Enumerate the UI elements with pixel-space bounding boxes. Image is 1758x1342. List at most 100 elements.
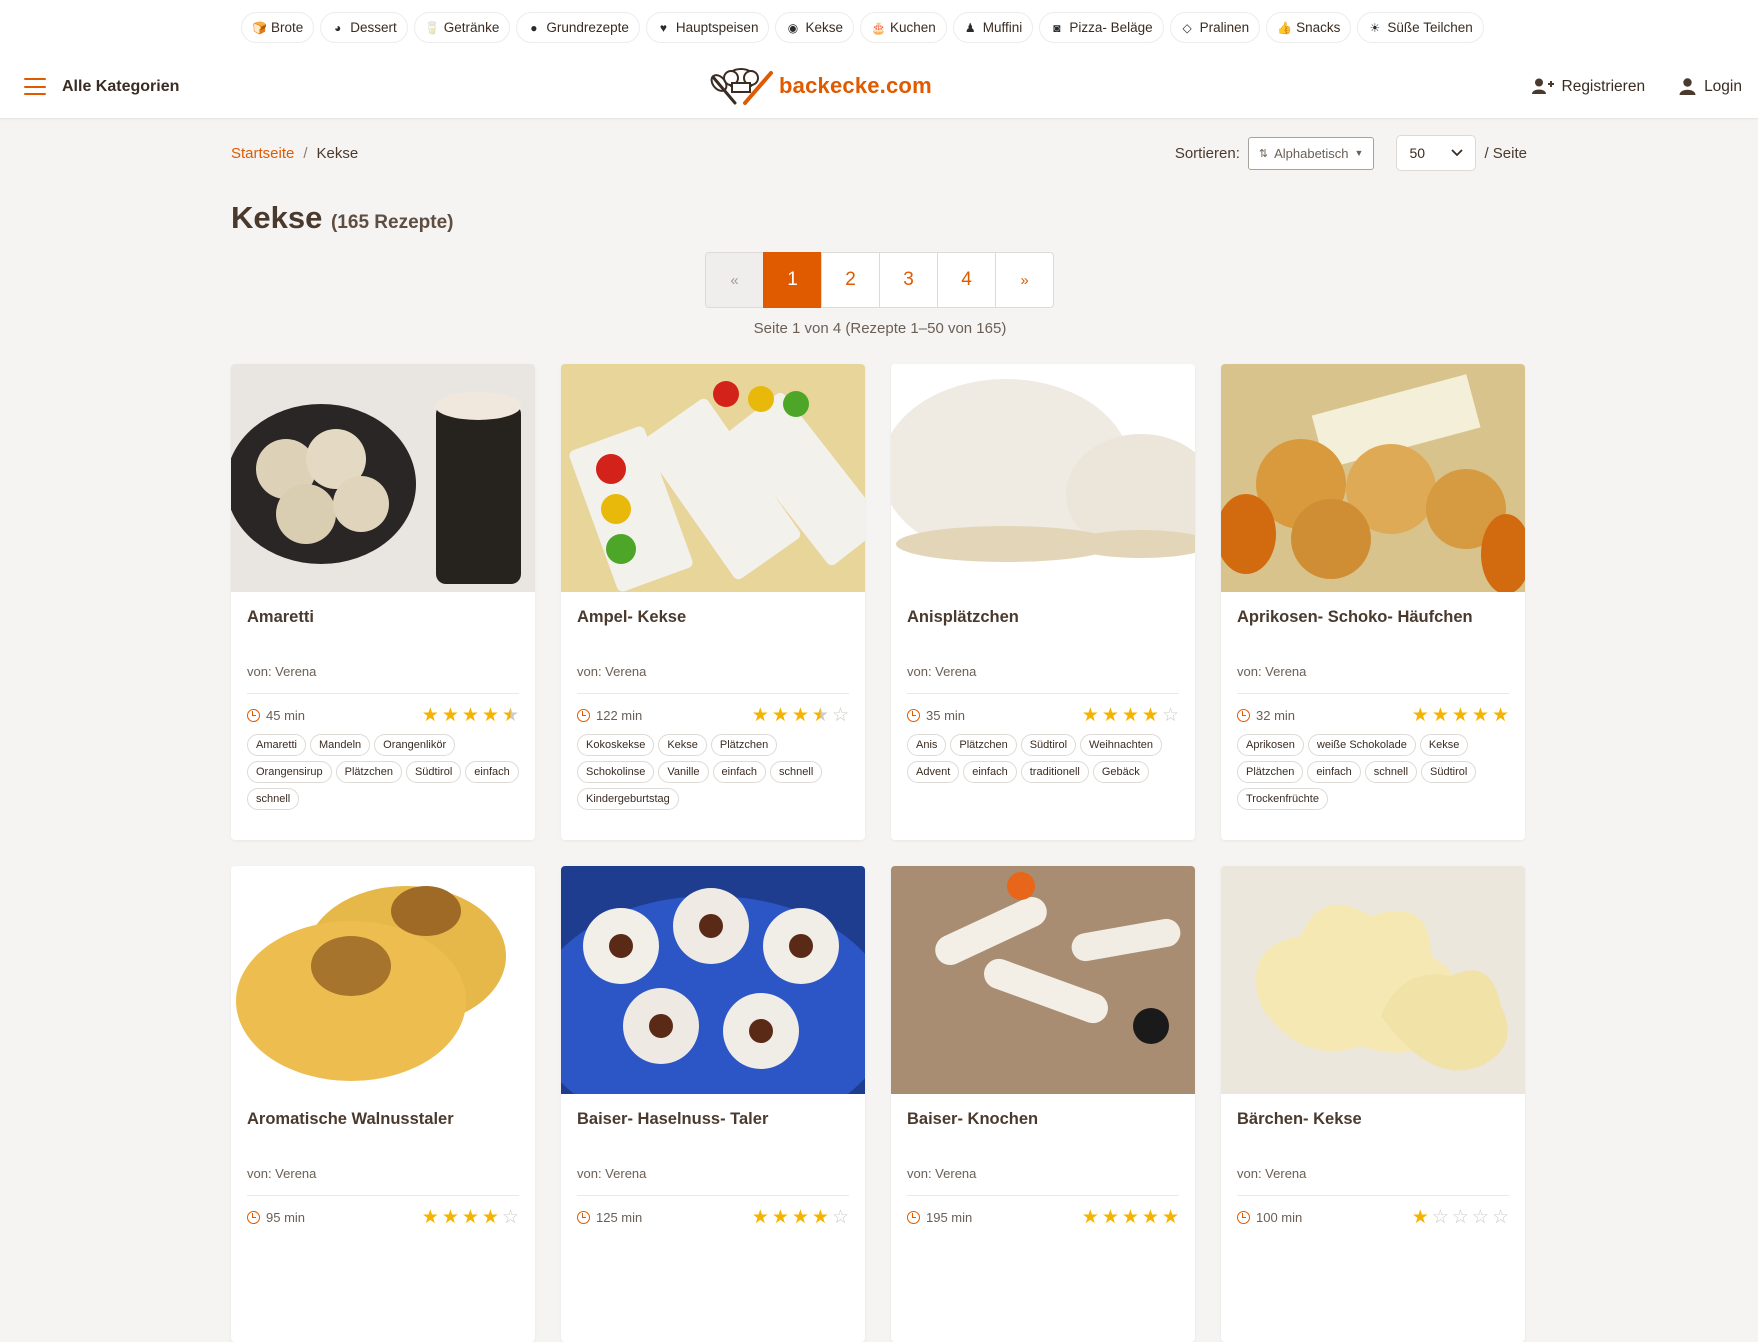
pagination-info: Seite 1 von 4 (Rezepte 1–50 von 165) (753, 320, 1007, 337)
recipe-time: 95 min (247, 1210, 305, 1225)
recipe-tag[interactable]: schnell (1364, 761, 1418, 783)
recipe-tag[interactable]: Plätzchen (950, 734, 1017, 756)
recipe-card[interactable]: Aprikosen- Schoko- Häufchen von: Verena 32… (1221, 364, 1525, 840)
category-chip[interactable]: ◇ Pralinen (1169, 12, 1261, 43)
recipe-time: 35 min (907, 708, 965, 723)
pagination-page-3[interactable]: 3 (879, 252, 938, 308)
category-chip[interactable]: 👍 Snacks (1266, 12, 1352, 43)
recipe-tag[interactable]: Kindergeburtstag (577, 788, 679, 810)
recipe-image[interactable] (1221, 364, 1525, 592)
recipe-tag[interactable]: Amaretti (247, 734, 306, 756)
recipe-tag[interactable]: einfach (712, 761, 767, 783)
category-label: Pizza- Beläge (1069, 20, 1153, 35)
recipe-tag[interactable]: Plätzchen (335, 761, 402, 783)
pagination-page-1[interactable]: 1 (763, 252, 822, 308)
recipe-tag[interactable]: Kekse (658, 734, 707, 756)
clock-icon (577, 709, 590, 722)
category-chip[interactable]: ◕ Dessert (320, 12, 408, 43)
recipe-tag[interactable]: weiße Schokolade (1307, 734, 1416, 756)
recipe-image[interactable] (891, 364, 1195, 592)
recipe-tag[interactable]: Mandeln (309, 734, 371, 756)
category-chip[interactable]: 🍞 Brote (241, 12, 315, 43)
cookie-icon: ◕ (334, 20, 342, 35)
recipe-card[interactable]: Amaretti von: Verena 45 min ★ ★ ★ ★ ★ Amaretti Ma… (231, 364, 535, 840)
site-logo[interactable]: backecke.com (705, 65, 932, 107)
star-full-icon: ★ (1141, 705, 1159, 726)
recipe-tag[interactable]: Weihnachten (1080, 734, 1163, 756)
recipe-title[interactable]: Anisplätzchen (907, 608, 1179, 664)
star-half-icon: ★ (811, 705, 829, 726)
recipe-image[interactable] (891, 866, 1195, 1094)
register-link[interactable]: Registrieren (1531, 78, 1645, 96)
recipe-tag[interactable]: traditionell (1020, 761, 1089, 783)
recipe-image[interactable] (231, 364, 535, 592)
recipe-image[interactable] (561, 364, 865, 592)
recipe-card[interactable]: Aromatische Walnusstaler von: Verena 95 mi… (231, 866, 535, 1342)
hamburger-icon[interactable] (24, 78, 46, 95)
recipe-tag[interactable]: Anis (907, 734, 947, 756)
recipe-tag[interactable]: Südtirol (1020, 734, 1077, 756)
category-chip[interactable]: 🎂 Kuchen (859, 12, 947, 43)
recipe-title[interactable]: Aprikosen- Schoko- Häufchen (1237, 608, 1509, 664)
recipe-tag[interactable]: Gebäck (1092, 761, 1149, 783)
recipe-tag[interactable]: Advent (907, 761, 960, 783)
category-chip[interactable]: ☀ Süße Teilchen (1357, 12, 1484, 43)
recipe-card[interactable]: Ampel- Kekse von: Verena 122 min ★ ★ ★ ★ ☆ Kokos… (561, 364, 865, 840)
recipe-tag[interactable]: schnell (770, 761, 823, 783)
star-full-icon: ★ (751, 705, 769, 726)
recipe-card[interactable]: Baiser- Knochen von: Verena 195 min ★ ★ ★ ★ ★ (891, 866, 1195, 1342)
recipe-title[interactable]: Baiser- Haselnuss- Taler (577, 1110, 849, 1166)
recipe-card[interactable]: Baiser- Haselnuss- Taler von: Verena 125 m… (561, 866, 865, 1342)
recipe-image[interactable] (231, 866, 535, 1094)
recipe-tag[interactable]: Orangensirup (247, 761, 332, 783)
recipe-tag[interactable]: Aprikosen (1237, 734, 1304, 756)
recipe-tag[interactable]: Trockenfrüchte (1237, 788, 1328, 810)
recipe-image[interactable] (561, 866, 865, 1094)
recipe-tag[interactable]: Südtirol (1421, 761, 1477, 783)
category-chip[interactable]: ◙ Pizza- Beläge (1039, 12, 1164, 43)
category-chip[interactable]: ◉ Kekse (775, 12, 854, 43)
per-page-select[interactable]: 50 (1396, 135, 1477, 171)
recipe-tags: Amaretti Mandeln Orangenlikör Orangensirup P… (247, 734, 519, 810)
recipe-title[interactable]: Aromatische Walnusstaler (247, 1110, 519, 1166)
pagination-page-2[interactable]: 2 (821, 252, 880, 308)
star-full-icon: ★ (751, 1207, 769, 1228)
recipe-title[interactable]: Ampel- Kekse (577, 608, 849, 664)
recipe-tag[interactable]: einfach (465, 761, 519, 783)
category-chip[interactable]: ♥ Hauptspeisen (645, 12, 770, 43)
clock-icon (1237, 709, 1250, 722)
recipe-title[interactable]: Bärchen- Kekse (1237, 1110, 1509, 1166)
pagination-next[interactable]: » (995, 252, 1054, 308)
pagination-page-4[interactable]: 4 (937, 252, 996, 308)
login-link[interactable]: Login (1679, 78, 1742, 96)
pagination-prev[interactable]: « (705, 252, 764, 308)
breadcrumb-home-link[interactable]: Startseite (231, 145, 294, 162)
recipe-tag[interactable]: Südtirol (405, 761, 462, 783)
recipe-tag[interactable]: Plätzchen (1237, 761, 1304, 783)
recipe-tag[interactable]: Kokoskekse (577, 734, 655, 756)
recipe-card[interactable]: Anisplätzchen von: Verena 35 min ★ ★ ★ ★ ☆ Anis P… (891, 364, 1195, 840)
recipe-tag[interactable]: einfach (963, 761, 1017, 783)
recipe-tag[interactable]: Schokolinse (577, 761, 655, 783)
rating-stars: ★ ★ ★ ★ ☆ (752, 1208, 849, 1227)
category-chip[interactable]: ● Grundrezepte (516, 12, 640, 43)
recipe-tag[interactable]: Plätzchen (710, 734, 778, 756)
category-chip[interactable]: 🥛 Getränke (413, 12, 511, 43)
recipe-tag[interactable]: schnell (247, 788, 300, 810)
sort-controls: Sortieren: ⇅ Alphabetisch ▼ 50 / Seite (1175, 135, 1527, 171)
recipe-tag[interactable]: einfach (1307, 761, 1361, 783)
star-full-icon: ★ (421, 1207, 439, 1228)
sort-select[interactable]: ⇅ Alphabetisch ▼ (1247, 136, 1375, 170)
recipe-tag[interactable]: Kekse (1419, 734, 1469, 756)
clock-icon (907, 1211, 920, 1224)
recipe-title[interactable]: Baiser- Knochen (907, 1110, 1179, 1166)
recipe-tag[interactable]: Orangenlikör (374, 734, 456, 756)
recipe-tag[interactable]: Vanille (658, 761, 709, 783)
category-chip[interactable]: ♟ Muffini (952, 12, 1034, 43)
recipe-image[interactable] (1221, 866, 1525, 1094)
recipe-title[interactable]: Amaretti (247, 608, 519, 664)
all-categories-menu[interactable]: Alle Kategorien (24, 78, 179, 96)
recipe-card[interactable]: Bärchen- Kekse von: Verena 100 min ★ ☆ ☆ ☆ ☆ (1221, 866, 1525, 1342)
sort-value: Alphabetisch (1274, 145, 1349, 161)
recipe-tags: Kokoskekse Kekse Plätzchen Schokolinse Vanil… (577, 734, 849, 810)
